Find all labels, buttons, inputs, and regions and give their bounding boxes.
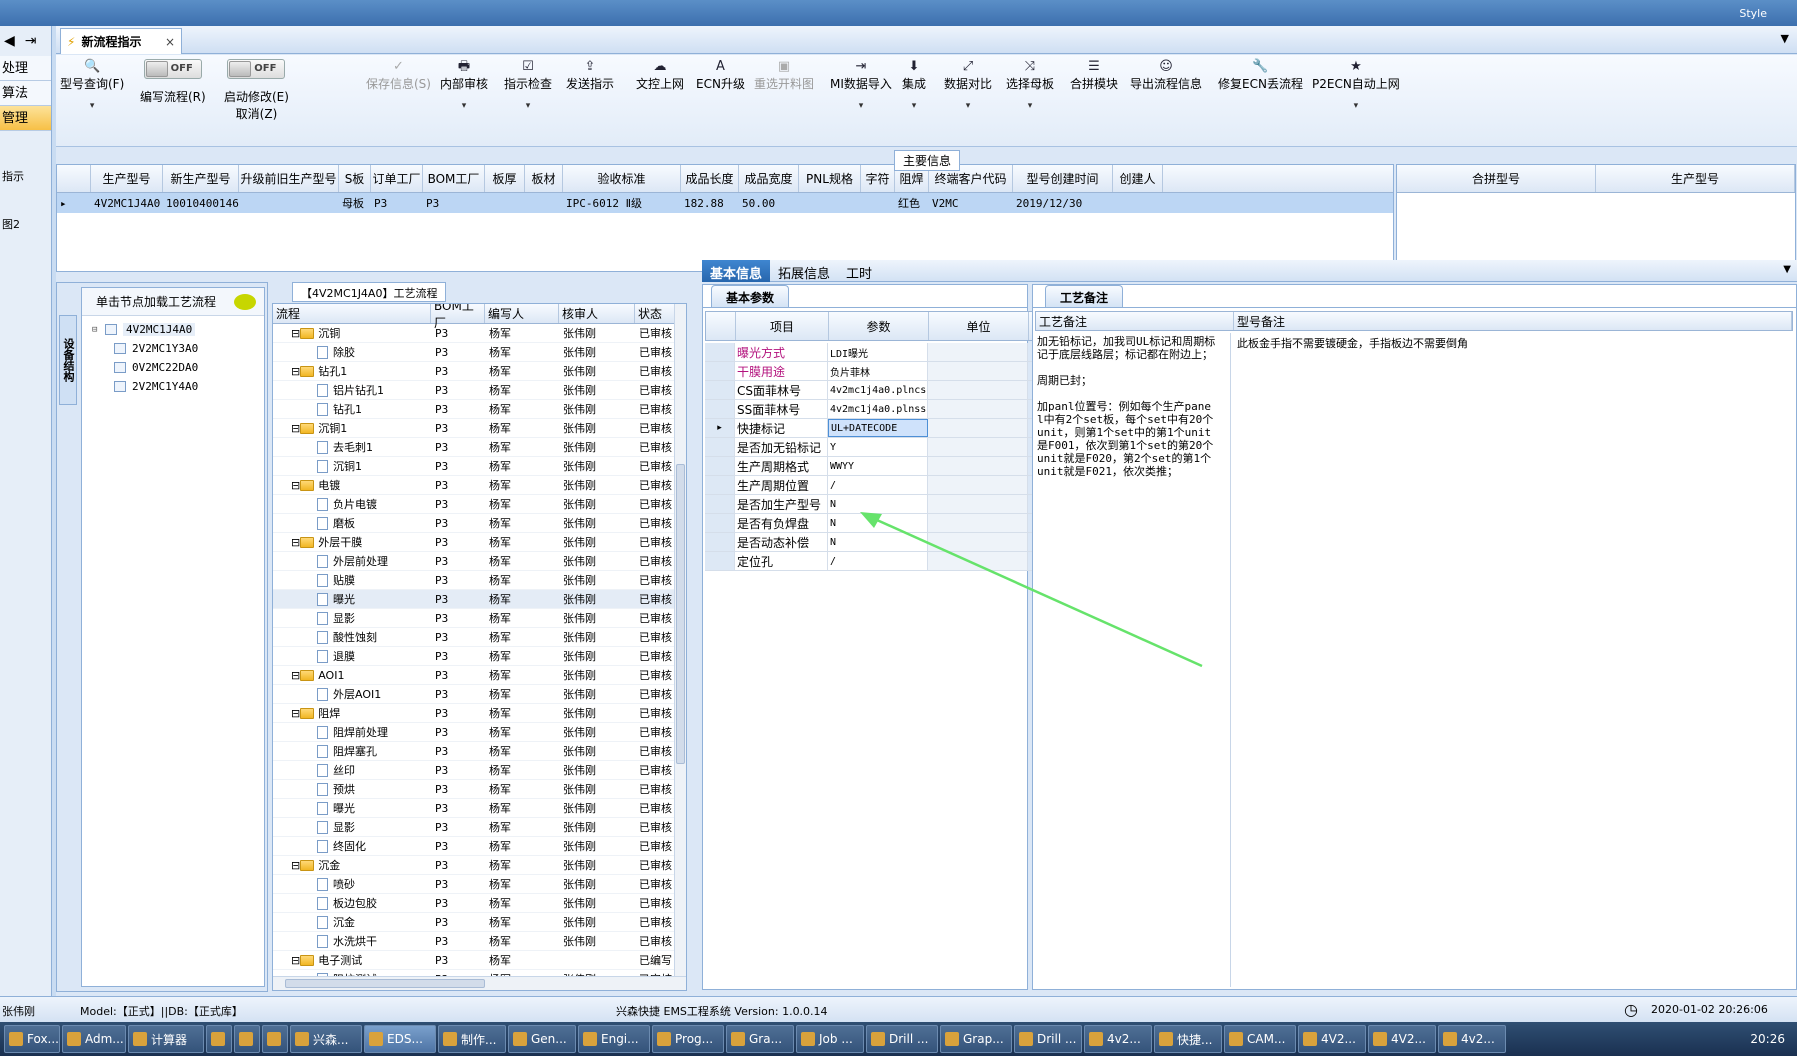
taskbar-item[interactable]: 4v2...: [1084, 1025, 1152, 1053]
taskbar-item-label: 4V2...: [1321, 1032, 1356, 1046]
app-icon: [945, 1032, 959, 1046]
taskbar-item-label: Gra...: [749, 1032, 783, 1046]
app-icon: [1303, 1032, 1317, 1046]
app-icon: [801, 1032, 815, 1046]
app-icon: [1159, 1032, 1173, 1046]
app-icon: [211, 1032, 225, 1046]
taskbar-item[interactable]: Grap...: [940, 1025, 1012, 1053]
taskbar-item-label: 4V2...: [1391, 1032, 1426, 1046]
app-icon: [267, 1032, 281, 1046]
taskbar-item[interactable]: Job ...: [796, 1025, 864, 1053]
taskbar-item[interactable]: [262, 1025, 288, 1053]
taskbar-item-label: Fox...: [27, 1032, 59, 1046]
taskbar-item-label: 计算器: [151, 1032, 188, 1047]
app-icon: [657, 1032, 671, 1046]
taskbar-item[interactable]: CAM...: [1224, 1025, 1296, 1053]
app-icon: [9, 1032, 23, 1046]
taskbar-item[interactable]: 快捷...: [1154, 1025, 1222, 1053]
taskbar-item-label: CAM...: [1247, 1032, 1286, 1046]
app-icon: [369, 1032, 383, 1046]
taskbar-item[interactable]: Fox...: [4, 1025, 60, 1053]
taskbar-item[interactable]: Prog...: [652, 1025, 724, 1053]
taskbar-item[interactable]: 4V2...: [1298, 1025, 1366, 1053]
taskbar-item-label: Drill ...: [889, 1032, 929, 1046]
taskbar-item[interactable]: 4V2...: [1368, 1025, 1436, 1053]
taskbar-item-label: 4v2...: [1461, 1032, 1495, 1046]
status-user: 张伟刚: [2, 1005, 35, 1018]
taskbar-item-label: EDS...: [387, 1032, 423, 1046]
taskbar-item-label: Engi...: [601, 1032, 639, 1046]
taskbar-item-label: 4v2...: [1107, 1032, 1141, 1046]
status-system: 兴森快捷 EMS工程系统 Version: 1.0.0.14: [616, 1005, 828, 1018]
status-bar: 张伟刚 Model:【正式】||DB:【正式库】 兴森快捷 EMS工程系统 Ve…: [0, 996, 1797, 1022]
taskbar-item[interactable]: Adm...: [62, 1025, 126, 1053]
taskbar-item[interactable]: 兴森...: [290, 1025, 362, 1053]
annotation-arrow: [860, 512, 1203, 668]
taskbar-item-label: 兴森...: [313, 1032, 349, 1047]
taskbar-item-label: 快捷...: [1177, 1032, 1213, 1047]
taskbar-clock[interactable]: 20:26: [1750, 1032, 1785, 1046]
taskbar-item[interactable]: [206, 1025, 232, 1053]
taskbar-item[interactable]: EDS...: [364, 1025, 436, 1053]
status-datetime: 2020-01-02 20:26:06: [1651, 1003, 1768, 1016]
app-icon: [1229, 1032, 1243, 1046]
taskbar: Fox... Adm... 计算器 兴森... EDS... 制作... Gen... Eng…: [0, 1022, 1797, 1056]
taskbar-item[interactable]: Gen...: [508, 1025, 576, 1053]
taskbar-item-label: Gen...: [531, 1032, 567, 1046]
status-model: Model:【正式】||DB:【正式库】: [80, 1005, 243, 1018]
app-icon: [583, 1032, 597, 1046]
taskbar-item[interactable]: [234, 1025, 260, 1053]
app-icon: [295, 1032, 309, 1046]
taskbar-item-label: Prog...: [675, 1032, 714, 1046]
app-icon: [1089, 1032, 1103, 1046]
taskbar-item-label: Adm...: [85, 1032, 124, 1046]
app-icon: [239, 1032, 253, 1046]
app-icon: [133, 1032, 147, 1046]
app-icon: [513, 1032, 527, 1046]
taskbar-item-label: Grap...: [963, 1032, 1004, 1046]
app-icon: [1373, 1032, 1387, 1046]
app-icon: [871, 1032, 885, 1046]
taskbar-item[interactable]: Gra...: [726, 1025, 794, 1053]
taskbar-item-label: 制作...: [461, 1032, 497, 1047]
taskbar-item-label: Drill ...: [1037, 1032, 1077, 1046]
taskbar-item[interactable]: Drill ...: [1014, 1025, 1082, 1053]
app-icon: [67, 1032, 81, 1046]
taskbar-item[interactable]: 制作...: [438, 1025, 506, 1053]
taskbar-item[interactable]: Drill ...: [866, 1025, 938, 1053]
app-icon: [731, 1032, 745, 1046]
clock-icon: ◷: [1624, 1000, 1638, 1019]
app-icon: [1019, 1032, 1033, 1046]
app-icon: [443, 1032, 457, 1046]
taskbar-item-label: Job ...: [819, 1032, 853, 1046]
app-icon: [1443, 1032, 1457, 1046]
taskbar-item[interactable]: 4v2...: [1438, 1025, 1506, 1053]
taskbar-item[interactable]: Engi...: [578, 1025, 650, 1053]
taskbar-item[interactable]: 计算器: [128, 1025, 204, 1053]
